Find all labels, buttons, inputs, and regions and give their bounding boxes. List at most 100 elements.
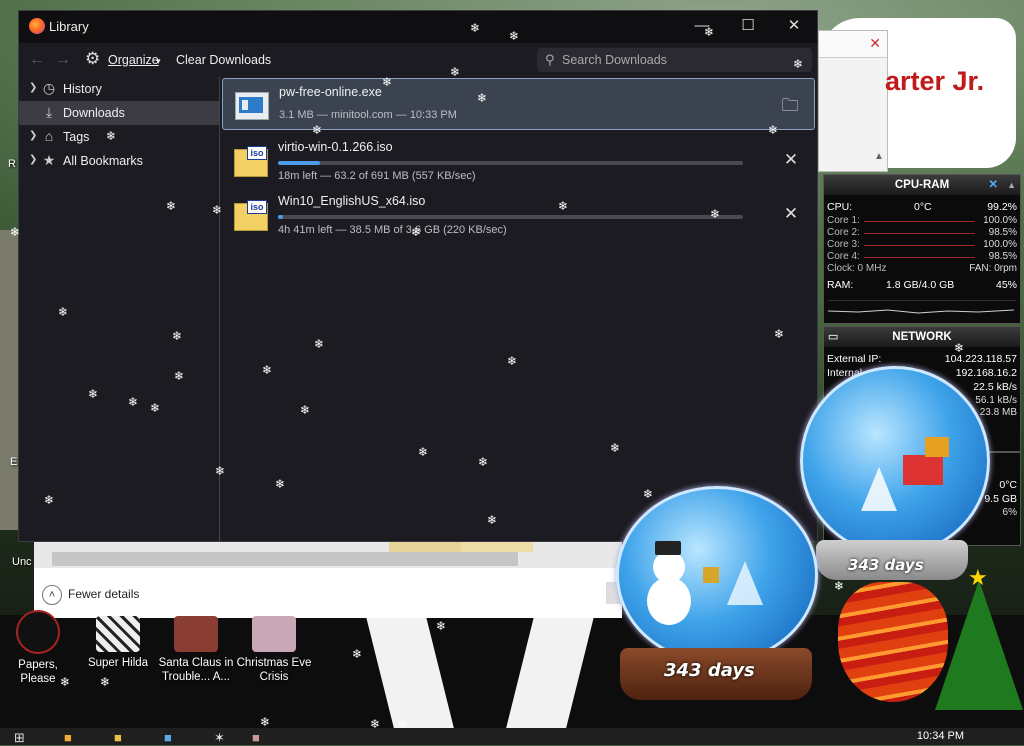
clear-downloads-button[interactable]: Clear Downloads xyxy=(176,53,271,67)
search-input[interactable]: ⚲ Search Downloads xyxy=(537,48,812,72)
external-ip-row: External IP: 104.223.118.57 xyxy=(824,353,1020,367)
snowflake-icon: ❄ xyxy=(100,675,111,689)
sidebar-item-history[interactable]: ❯ ◷ History xyxy=(19,77,219,101)
organize-button[interactable]: Organize xyxy=(108,53,159,67)
app-icon[interactable]: ✶ xyxy=(214,730,225,746)
cpu-row: CPU: 0°C 99.2% xyxy=(824,201,1020,215)
close-button[interactable]: ✕ xyxy=(771,11,817,43)
internal-ip-value: 192.168.16.2 xyxy=(955,367,1017,379)
snowflake-icon: ❄ xyxy=(150,401,161,415)
snowflake-icon: ❄ xyxy=(643,487,654,501)
desktop-icon-super-hilda[interactable]: Super Hilda xyxy=(80,616,156,670)
folder-icon[interactable]: ■ xyxy=(114,730,122,745)
close-icon[interactable]: ✕ xyxy=(869,35,881,52)
close-icon[interactable]: ✕ xyxy=(781,150,801,170)
download-item[interactable]: pw-free-online.exe 3.1 MB — minitool.com… xyxy=(222,78,815,130)
rate-value: 56.1 kB/s xyxy=(975,395,1017,406)
snowflake-icon: ❄ xyxy=(314,337,325,351)
collapse-icon[interactable]: ▲ xyxy=(1007,175,1016,195)
bubble-text: arter Jr. xyxy=(885,66,985,96)
snow-globe[interactable] xyxy=(616,486,818,664)
download-info: 3.1 MB — minitool.com — 10:33 PM xyxy=(279,109,457,121)
snowflake-icon: ❄ xyxy=(507,354,518,368)
fan-value: FAN: 0rpm xyxy=(969,263,1017,274)
chevron-up-icon[interactable]: ˄ xyxy=(42,585,62,605)
cpu-label: CPU: xyxy=(827,201,853,213)
app-icon[interactable]: ■ xyxy=(252,730,260,745)
ram-row: RAM: 1.8 GB/4.0 GB 45% xyxy=(824,279,1020,293)
snowflake-icon: ❄ xyxy=(558,199,569,213)
app-icon[interactable]: ■ xyxy=(164,730,172,745)
start-icon[interactable]: ⊞ xyxy=(14,730,25,746)
taskbar-clock[interactable]: 10:34 PM xyxy=(917,730,964,742)
snowflake-icon: ❄ xyxy=(509,29,520,43)
sidebar-item-label: Tags xyxy=(63,130,90,144)
snowflake-icon: ❄ xyxy=(352,647,363,661)
gift-icon xyxy=(903,455,943,485)
external-ip-label: External IP: xyxy=(827,353,882,365)
sidebar-item-all-bookmarks[interactable]: ❯ ★ All Bookmarks xyxy=(19,149,219,173)
iso-file-icon: iso xyxy=(234,146,268,177)
ram-graph xyxy=(827,300,1016,319)
rate-value: 23.8 MB xyxy=(979,407,1017,418)
core-value: 100.0% xyxy=(983,215,1017,226)
gift-icon xyxy=(703,567,719,583)
snowflake-icon: ❄ xyxy=(212,203,223,217)
download-item[interactable]: iso virtio-win-0.1.266.iso 18m left — 63… xyxy=(222,136,815,188)
forward-icon[interactable]: → xyxy=(55,51,71,69)
download-name: virtio-win-0.1.266.iso xyxy=(278,140,393,154)
title-bar[interactable]: Library — ☐ ✕ xyxy=(19,11,817,43)
horizontal-scrollbar[interactable] xyxy=(52,552,518,566)
taskbar: ⊞ ■ ■ ■ ✶ ■ 10:34 PM xyxy=(0,728,1024,745)
header-segment xyxy=(389,542,461,552)
desktop-icon-christmas-eve-crisis[interactable]: Christmas Eve Crisis xyxy=(236,616,312,684)
snowflake-icon: ❄ xyxy=(450,65,461,79)
sidebar-item-tags[interactable]: ❯ ⌂ Tags xyxy=(19,125,219,149)
snowflake-icon: ❄ xyxy=(370,717,381,731)
snowflake-icon: ❄ xyxy=(44,493,55,507)
snowflake-icon: ❄ xyxy=(610,441,621,455)
core-label: Core 4: xyxy=(827,251,860,262)
download-progress-bar xyxy=(278,161,743,165)
chevron-down-icon: ▾ xyxy=(156,56,161,66)
core-value: 98.5% xyxy=(988,227,1017,238)
snowflake-icon: ❄ xyxy=(704,25,715,39)
core-value: 98.5% xyxy=(988,251,1017,262)
download-item[interactable]: iso Win10_EnglishUS_x64.iso 4h 41m left … xyxy=(222,190,815,242)
tools-icon[interactable]: ✕ xyxy=(988,175,998,195)
desktop-label-fragment: R xyxy=(8,158,16,170)
desktop-label-fragment: E xyxy=(10,456,18,468)
desktop-label-fragment: Unc xyxy=(12,556,32,568)
snowflake-icon: ❄ xyxy=(172,329,183,343)
search-placeholder: Search Downloads xyxy=(562,53,667,67)
back-icon[interactable]: ← xyxy=(29,51,45,69)
download-progress-bar xyxy=(278,215,743,219)
app-icon[interactable]: ■ xyxy=(64,730,72,745)
download-icon: ⤓ xyxy=(45,104,53,120)
desktop-icon-santa-claus[interactable]: Santa Claus in Trouble... A... xyxy=(158,616,234,684)
chevron-right-icon[interactable]: ❯ xyxy=(29,154,37,165)
snowflake-icon: ❄ xyxy=(300,403,311,417)
gear-icon[interactable]: ⚙ xyxy=(85,49,100,69)
sidebar-item-downloads[interactable]: ⤓ Downloads xyxy=(19,101,219,125)
snowflake-icon: ❄ xyxy=(774,327,785,341)
download-info: 18m left — 63.2 of 691 MB (557 KB/sec) xyxy=(278,170,476,182)
folder-icon[interactable]: 🗀 xyxy=(780,93,800,122)
snow-globe[interactable] xyxy=(800,366,990,556)
minimize-button[interactable]: — xyxy=(679,11,725,43)
background-window[interactable]: ✕ ▲ xyxy=(818,30,888,172)
scroll-up-icon[interactable]: ▲ xyxy=(871,151,887,171)
chevron-right-icon[interactable]: ❯ xyxy=(29,130,37,141)
window-title: Library xyxy=(49,19,89,34)
close-icon[interactable]: ✕ xyxy=(781,204,801,224)
snowflake-icon: ❄ xyxy=(436,619,447,633)
snowflake-icon: ❄ xyxy=(60,675,71,689)
fewer-details-button[interactable]: Fewer details xyxy=(68,587,139,601)
maximize-button[interactable]: ☐ xyxy=(725,11,771,43)
chevron-right-icon[interactable]: ❯ xyxy=(29,82,37,93)
snowflake-icon: ❄ xyxy=(275,477,286,491)
core-label: Core 1: xyxy=(827,215,860,226)
core-row: Core 3: 100.0% xyxy=(824,239,1020,251)
rate-value: 22.5 kB/s xyxy=(973,381,1017,393)
iso-tag: iso xyxy=(247,200,267,214)
